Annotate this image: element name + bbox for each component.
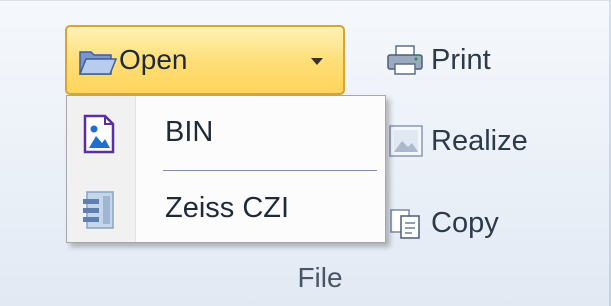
czi-file-icon [83, 191, 114, 229]
menu-item-bin-label: BIN [165, 116, 214, 148]
copy-button-label: Copy [431, 206, 499, 239]
realize-button[interactable]: Realize [385, 121, 528, 161]
image-icon [389, 125, 423, 157]
bin-image-file-icon [83, 114, 115, 154]
copy-button[interactable]: Copy [385, 203, 499, 243]
open-dropdown-menu: BIN Zeiss CZI [66, 95, 386, 243]
ribbon-group-label: File [297, 262, 343, 293]
print-button[interactable]: Print [385, 40, 491, 80]
menu-item-bin[interactable]: BIN [67, 104, 385, 162]
open-button-label: Open [119, 44, 188, 75]
printer-icon [387, 45, 423, 75]
menu-item-zeiss-czi-label: Zeiss CZI [165, 192, 290, 224]
open-split-button[interactable]: Open [65, 25, 345, 95]
copy-icon [390, 209, 420, 239]
folder-open-icon [78, 51, 117, 75]
menu-separator [163, 170, 377, 171]
chevron-down-icon[interactable] [311, 58, 323, 65]
menu-item-zeiss-czi[interactable]: Zeiss CZI [67, 180, 385, 238]
print-button-label: Print [431, 43, 491, 76]
realize-button-label: Realize [431, 124, 528, 157]
